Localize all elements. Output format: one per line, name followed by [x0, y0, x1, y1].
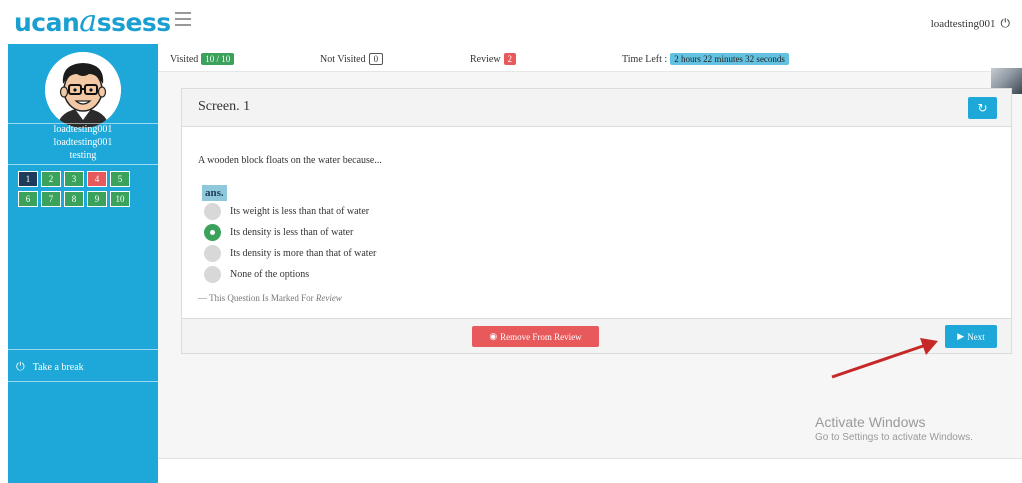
sidebar-username-2: loadtesting001 [53, 137, 113, 148]
not-visited-status: Not Visited 0 [320, 53, 384, 65]
question-nav-button-3[interactable]: 3 [64, 171, 84, 187]
option-radio[interactable] [204, 266, 221, 283]
panel-header: Screen. 1 ↻ [182, 89, 1011, 127]
option-radio[interactable] [204, 245, 221, 262]
review-badge: 2 [503, 53, 517, 65]
review-mark-prefix: — This Question Is Marked For [198, 293, 314, 303]
screen-title: Screen. 1 [198, 99, 251, 114]
question-nav-button-8[interactable]: 8 [64, 191, 84, 207]
username-label: loadtesting001 [930, 17, 996, 30]
option-4[interactable]: None of the options [204, 266, 309, 283]
review-mark-note: — This Question Is Marked For Review [198, 293, 342, 303]
logo-text-main: ucan [14, 8, 80, 37]
windows-activation-watermark: Activate Windows Go to Settings to activ… [815, 414, 973, 443]
not-visited-badge: 0 [368, 53, 384, 65]
user-menu[interactable]: loadtesting001 ⏻ [931, 16, 1010, 31]
take-break-button[interactable]: ⏻ Take a break [16, 360, 84, 374]
sidebar-divider [8, 381, 158, 382]
question-palette: 1 2 3 4 5 6 7 8 9 10 [18, 171, 138, 207]
question-nav-button-10[interactable]: 10 [110, 191, 130, 207]
avatar [45, 52, 121, 128]
review-label: Review [470, 53, 501, 65]
visited-label: Visited [170, 53, 199, 65]
power-icon[interactable]: ⏻ [1001, 16, 1011, 31]
watermark-title: Activate Windows [815, 414, 926, 430]
menu-toggle-icon[interactable] [175, 12, 191, 26]
bottom-divider [158, 458, 1022, 459]
question-panel: Screen. 1 ↻ A wooden block floats on the… [181, 88, 1012, 354]
sidebar-group: testing [69, 150, 97, 161]
time-left-label: Time Left : [622, 53, 668, 65]
question-nav-button-1[interactable]: 1 [18, 171, 38, 187]
top-bar: ucanassess loadtesting001 ⏻ [0, 0, 1022, 44]
review-status: Review 2 [470, 53, 517, 65]
time-left-status: Time Left : 2 hours 22 minutes 32 second… [622, 53, 789, 65]
logo-text-rest: ssess [96, 8, 171, 37]
option-3[interactable]: Its density is more than that of water [204, 245, 376, 262]
question-nav-button-9[interactable]: 9 [87, 191, 107, 207]
avatar-face-icon [45, 52, 121, 128]
eye-icon: ◉ [489, 331, 498, 342]
option-label: Its density is less than of water [230, 227, 354, 238]
power-icon: ⏻ [16, 360, 25, 373]
remove-from-review-button[interactable]: ◉ Remove From Review [472, 326, 599, 347]
sidebar-username-1: loadtesting001 [53, 124, 113, 135]
question-nav-button-4[interactable]: 4 [87, 171, 107, 187]
refresh-button[interactable]: ↻ [968, 97, 997, 119]
option-label: Its weight is less than that of water [230, 206, 370, 217]
visited-status: Visited 10 / 10 [170, 53, 235, 65]
question-nav-button-7[interactable]: 7 [41, 191, 61, 207]
arrow-right-icon: ▶ [957, 331, 965, 342]
sidebar: loadtesting001 loadtesting001 testing 12… [8, 44, 158, 483]
time-left-badge: 2 hours 22 minutes 32 seconds [670, 53, 789, 65]
refresh-icon: ↻ [977, 101, 988, 115]
review-mark-word: Review [315, 293, 342, 303]
question-nav-button-6[interactable]: 6 [18, 191, 38, 207]
next-label: Next [967, 331, 985, 342]
sidebar-divider [8, 349, 158, 350]
question-text: A wooden block floats on the water becau… [198, 155, 382, 166]
next-button[interactable]: ▶ Next [945, 325, 997, 348]
visited-badge: 10 / 10 [201, 53, 235, 65]
question-nav-button-5[interactable]: 5 [110, 171, 130, 187]
option-2[interactable]: Its density is less than of water [204, 224, 353, 241]
logo: ucanassess [14, 4, 171, 39]
annotation-arrow-icon [831, 338, 938, 379]
watermark-subtitle: Go to Settings to activate Windows. [815, 432, 973, 443]
sidebar-divider [8, 164, 158, 165]
status-bar: Visited 10 / 10 Not Visited 0 Review 2 T… [158, 44, 1022, 72]
remove-from-review-label: Remove From Review [500, 331, 582, 342]
not-visited-label: Not Visited [320, 53, 366, 65]
question-nav-button-2[interactable]: 2 [41, 171, 61, 187]
logo-text-a: a [79, 4, 97, 39]
option-label: Its density is more than that of water [230, 248, 377, 259]
option-radio-selected[interactable] [204, 224, 221, 241]
app-window: ucanassess loadtesting001 ⏻ loadtesting0… [0, 0, 1022, 483]
option-radio[interactable] [204, 203, 221, 220]
option-1[interactable]: Its weight is less than that of water [204, 203, 369, 220]
take-break-label: Take a break [32, 361, 84, 373]
answer-label: ans. [202, 185, 227, 201]
option-label: None of the options [230, 269, 310, 280]
